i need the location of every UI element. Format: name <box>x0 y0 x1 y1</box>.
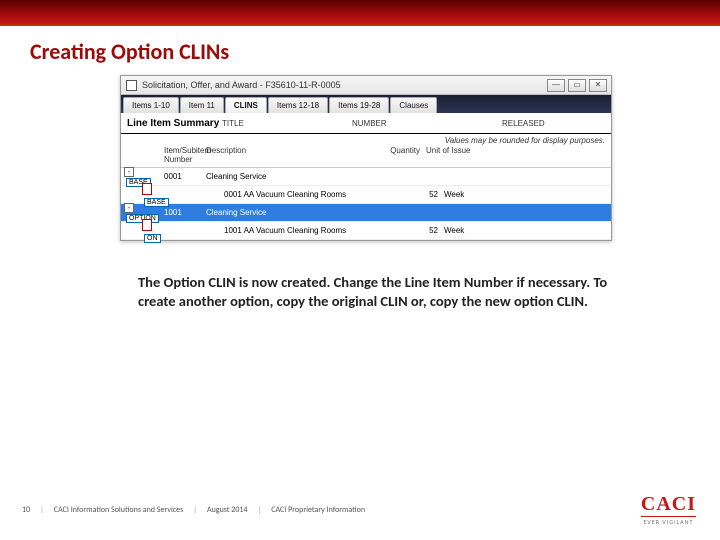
tab-items-12-18[interactable]: Items 12-18 <box>268 97 328 113</box>
col-quantity: Quantity <box>368 146 423 164</box>
tab-clins[interactable]: CLINS <box>225 97 267 113</box>
sub-header-row: Item/Subitem Number Description Quantity… <box>121 145 611 168</box>
cell-uoi: Week <box>441 190 511 199</box>
slide-body-text: The Option CLIN is now created. Change t… <box>138 273 608 310</box>
tab-items-19-28[interactable]: Items 19-28 <box>329 97 389 113</box>
tab-strip: Items 1-10 Item 11 CLINS Items 12-18 Ite… <box>121 95 611 113</box>
logo-tagline: EVER VIGILANT <box>641 516 696 526</box>
cell-num: 1001 <box>161 208 203 217</box>
screenshot-window: Solicitation, Offer, and Award - F35610-… <box>120 75 612 241</box>
table-row[interactable]: -BASE 0001 Cleaning Service <box>121 168 611 186</box>
number-column-label: NUMBER <box>352 119 502 128</box>
released-column-label: RELEASED <box>502 119 545 128</box>
cell-qty: 52 <box>386 226 441 235</box>
tab-clauses[interactable]: Clauses <box>390 97 437 113</box>
col-unit-of-issue: Unit of Issue <box>423 146 493 164</box>
title-column-label: TITLE <box>222 119 352 128</box>
cell-desc: 0001 AA Vacuum Cleaning Rooms <box>221 190 386 199</box>
cell-desc: Cleaning Service <box>203 172 368 181</box>
window-caption: Solicitation, Offer, and Award - F35610-… <box>142 80 547 90</box>
cell-desc: Cleaning Service <box>203 208 368 217</box>
footer-org: CACI Information Solutions and Services <box>54 505 183 515</box>
page-number: 10 <box>22 505 30 515</box>
collapse-icon[interactable]: - <box>124 167 134 177</box>
tab-items-1-10[interactable]: Items 1-10 <box>123 97 179 113</box>
close-button[interactable]: ✕ <box>589 79 607 92</box>
collapse-icon[interactable]: - <box>124 203 134 213</box>
rounding-note: Values may be rounded for display purpos… <box>121 134 611 145</box>
maximize-button[interactable]: ▭ <box>568 79 586 92</box>
brand-top-bar <box>0 0 720 26</box>
col-item-number: Item/Subitem Number <box>161 146 203 164</box>
col-description: Description <box>203 146 368 164</box>
cell-desc: 1001 AA Vacuum Cleaning Rooms <box>221 226 386 235</box>
footer-classification: CACI Proprietary Information <box>271 505 365 515</box>
doc-icon <box>142 183 152 195</box>
table-row[interactable]: ON 1001 AA Vacuum Cleaning Rooms 52 Week <box>121 222 611 240</box>
cell-qty: 52 <box>386 190 441 199</box>
brand-logo: CACI EVER VIGILANT <box>641 493 696 526</box>
tab-item-11[interactable]: Item 11 <box>180 97 224 113</box>
logo-text: CACI <box>641 493 696 516</box>
cell-num: 0001 <box>161 172 203 181</box>
cell-uoi: Week <box>441 226 511 235</box>
doc-icon <box>142 219 152 231</box>
minimize-button[interactable]: — <box>547 79 565 92</box>
slide-title: Creating Option CLINs <box>30 38 720 65</box>
footer: 10 | CACI Information Solutions and Serv… <box>0 493 720 526</box>
line-item-summary-label: Line Item Summary <box>121 118 222 129</box>
header-row: Line Item Summary TITLE NUMBER RELEASED <box>121 113 611 134</box>
app-icon <box>126 80 137 91</box>
footer-date: August 2014 <box>207 505 248 515</box>
window-titlebar: Solicitation, Offer, and Award - F35610-… <box>121 76 611 95</box>
table-row[interactable]: BASE 0001 AA Vacuum Cleaning Rooms 52 We… <box>121 186 611 204</box>
table-row-selected[interactable]: -OPTION 1001 Cleaning Service <box>121 204 611 222</box>
badge-option: ON <box>144 234 161 243</box>
